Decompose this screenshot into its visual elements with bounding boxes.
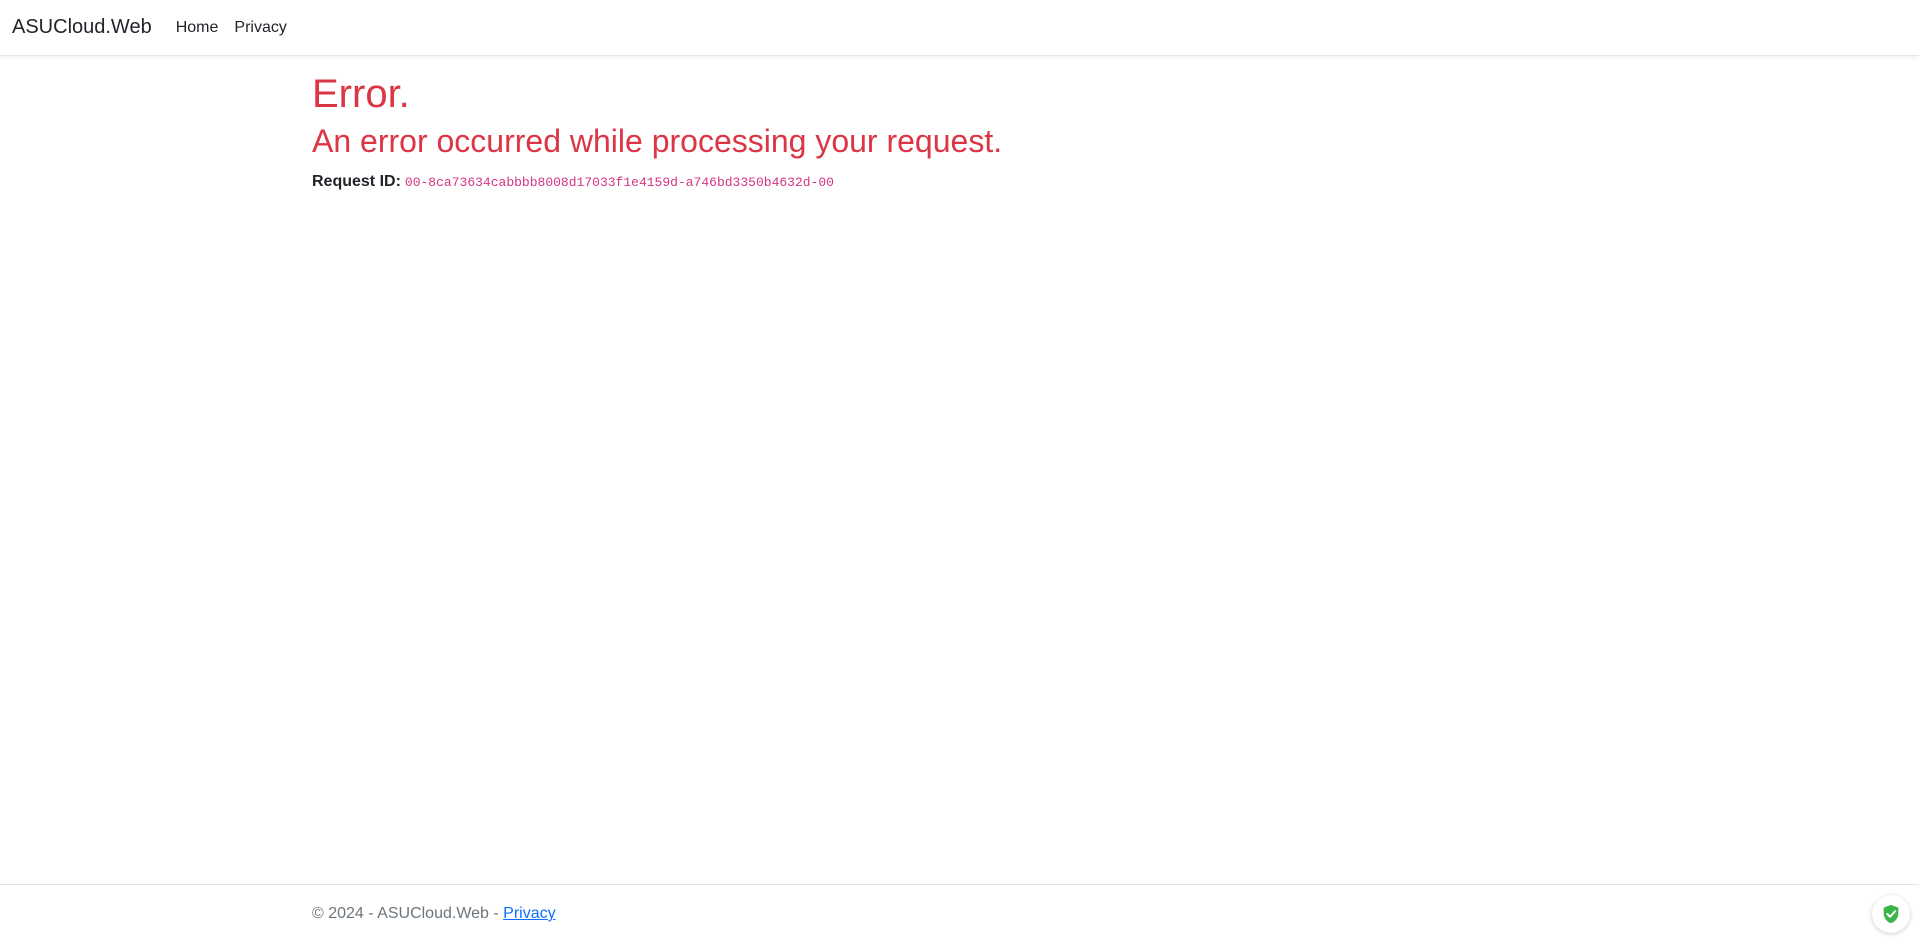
request-id-line: Request ID: 00-8ca73634cabbbb8008d17033f1… [312, 172, 1002, 191]
shield-check-icon-graphic [1883, 904, 1899, 924]
footer: © 2024 - ASUCloud.Web - Privacy [0, 884, 1919, 942]
error-subtitle: An error occurred while processing your … [312, 123, 1003, 159]
request-id-value: 00-8ca73634cabbbb8008d17033f1e4159d-a746… [404, 175, 834, 191]
error-title: Error. [312, 72, 410, 116]
copyright-text: © 2024 - ASUCloud.Web - [312, 905, 504, 922]
shield-check-icon[interactable] [1872, 895, 1910, 933]
footer-text: © 2024 - ASUCloud.Web - Privacy [312, 905, 556, 923]
footer-privacy-link[interactable]: Privacy [503, 905, 555, 922]
request-id-label: Request ID: [312, 173, 401, 191]
nav-privacy-link[interactable]: Privacy [234, 19, 286, 37]
brand-link[interactable]: ASUCloud.Web [12, 16, 152, 39]
nav-home-link[interactable]: Home [176, 19, 219, 37]
main-content: Error. An error occurred while processin… [312, 70, 1002, 192]
navbar: ASUCloud.Web Home Privacy [0, 0, 1919, 56]
